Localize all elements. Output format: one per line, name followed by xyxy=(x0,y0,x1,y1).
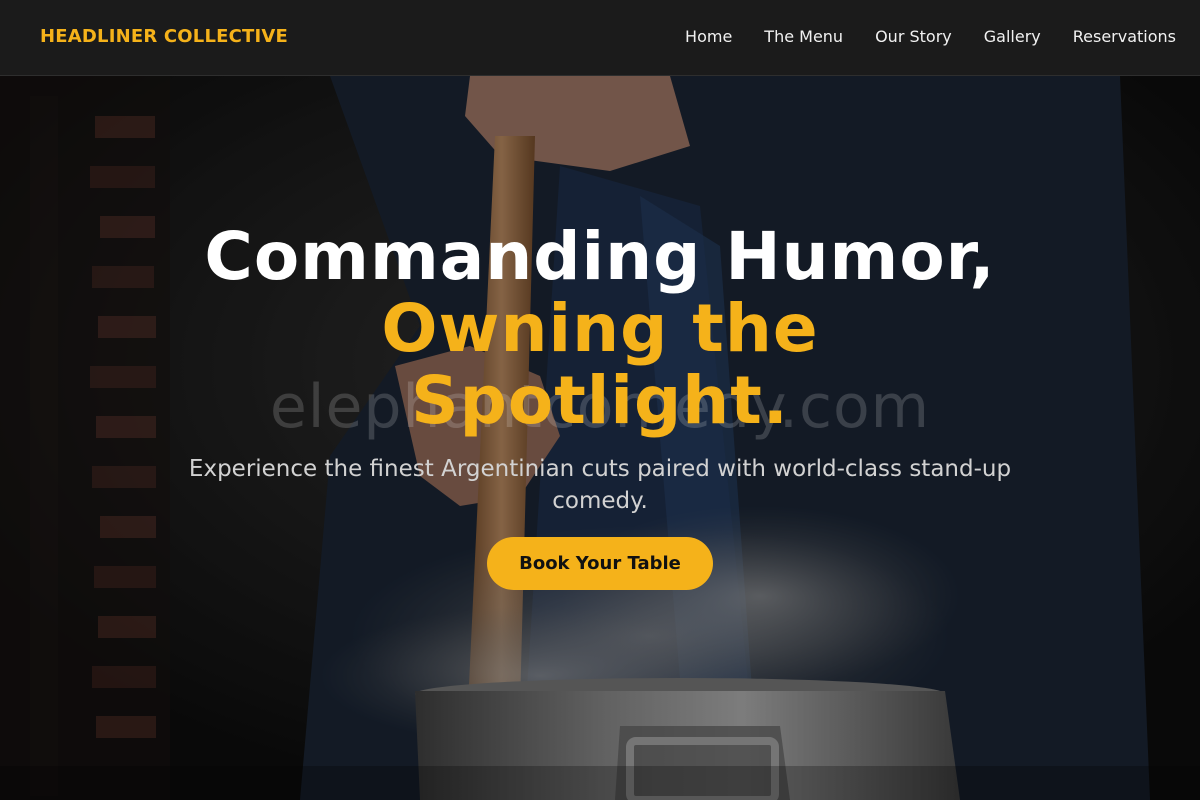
brand-logo[interactable]: HEADLINER COLLECTIVE xyxy=(40,26,288,47)
nav-link-home[interactable]: Home xyxy=(685,27,732,46)
nav-link-reservations[interactable]: Reservations xyxy=(1073,27,1176,46)
nav-link-menu[interactable]: The Menu xyxy=(764,27,843,46)
nav-link-our-story[interactable]: Our Story xyxy=(875,27,952,46)
hero-title: Commanding Humor, Owning the Spotlight. xyxy=(100,221,1100,437)
hero-title-accent: Owning the Spotlight. xyxy=(381,290,819,439)
hero-section: elephantcomedy.com Commanding Humor, Own… xyxy=(0,76,1200,800)
nav-link-gallery[interactable]: Gallery xyxy=(984,27,1041,46)
book-table-button[interactable]: Book Your Table xyxy=(487,537,713,590)
top-navbar: HEADLINER COLLECTIVE Home The Menu Our S… xyxy=(0,0,1200,76)
hero-subtitle: Experience the finest Argentinian cuts p… xyxy=(188,456,1012,514)
hero-title-line: Commanding Humor, xyxy=(204,218,996,295)
landing-page: HEADLINER COLLECTIVE Home The Menu Our S… xyxy=(0,0,1200,800)
main-nav: Home The Menu Our Story Gallery Reservat… xyxy=(685,27,1176,46)
